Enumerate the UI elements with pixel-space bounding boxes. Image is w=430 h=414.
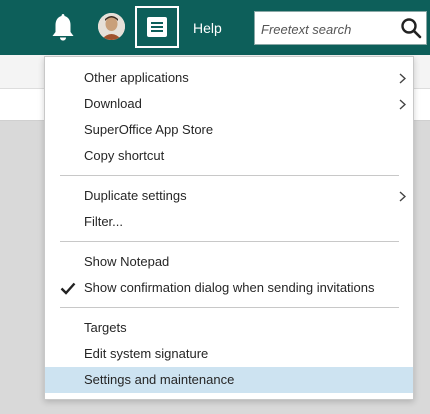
menu-item-copy-shortcut[interactable]: Copy shortcut [45, 143, 413, 169]
checkmark-icon [60, 282, 76, 295]
menu-item-label: Download [84, 96, 142, 111]
menu-icon [147, 17, 167, 37]
menu-item-label: Show Notepad [84, 254, 170, 269]
menu-item-filter[interactable]: Filter... [45, 209, 413, 235]
menu-divider [60, 307, 399, 308]
main-menu-dropdown: Other applications Download SuperOffice … [44, 56, 414, 400]
menu-item-download[interactable]: Download [45, 91, 413, 117]
menu-item-label: Copy shortcut [84, 148, 165, 163]
menu-item-app-store[interactable]: SuperOffice App Store [45, 117, 413, 143]
menu-item-duplicate-settings[interactable]: Duplicate settings [45, 183, 413, 209]
search-input[interactable] [261, 20, 391, 38]
menu-item-label: Show confirmation dialog when sending in… [84, 280, 375, 295]
search-icon[interactable] [400, 17, 422, 39]
chevron-right-icon [399, 191, 406, 202]
menu-item-targets[interactable]: Targets [45, 315, 413, 341]
menu-divider [60, 241, 399, 242]
menu-item-show-confirmation[interactable]: Show confirmation dialog when sending in… [45, 275, 413, 301]
bell-icon[interactable] [50, 12, 76, 42]
menu-item-show-notepad[interactable]: Show Notepad [45, 249, 413, 275]
chevron-right-icon [399, 73, 406, 84]
menu-item-label: SuperOffice App Store [84, 122, 214, 137]
search-box[interactable] [254, 11, 427, 45]
menu-item-edit-signature[interactable]: Edit system signature [45, 341, 413, 367]
menu-item-label: Duplicate settings [84, 188, 187, 203]
menu-item-other-applications[interactable]: Other applications [45, 65, 413, 91]
menu-divider [60, 175, 399, 176]
menu-item-label: Filter... [84, 214, 124, 229]
avatar[interactable] [98, 13, 125, 40]
menu-item-label: Other applications [84, 70, 189, 85]
menu-item-label: Settings and maintenance [84, 372, 235, 387]
menu-item-label: Targets [84, 320, 127, 335]
menu-item-label: Edit system signature [84, 346, 209, 361]
chevron-right-icon [399, 99, 406, 110]
help-link[interactable]: Help [193, 20, 222, 36]
menu-item-settings-maintenance[interactable]: Settings and maintenance [45, 367, 413, 393]
top-bar: Help [0, 0, 430, 55]
avatar-image [98, 13, 125, 40]
main-menu-button[interactable] [135, 6, 179, 48]
